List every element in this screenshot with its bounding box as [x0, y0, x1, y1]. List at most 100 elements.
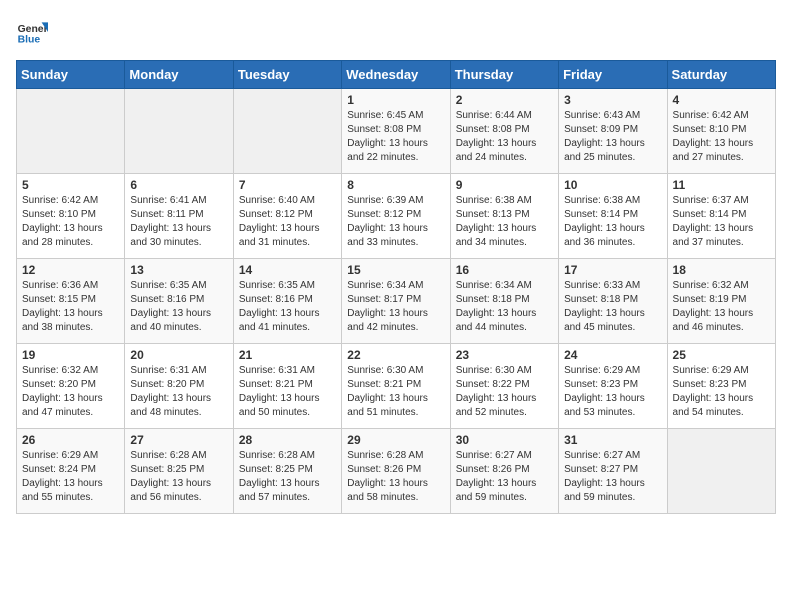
calendar-cell: 30 Sunrise: 6:27 AM Sunset: 8:26 PM Dayli…	[450, 429, 558, 514]
calendar-cell: 10Sunrise: 6:38 AM Sunset: 8:14 PM Dayli…	[559, 174, 667, 259]
calendar-week-row: 1 Sunrise: 6:45 AM Sunset: 8:08 PM Daylig…	[17, 89, 776, 174]
day-number: 30	[456, 433, 553, 447]
day-number: 11	[673, 178, 770, 192]
day-info: Sunrise: 6:30 AM Sunset: 8:22 PM Dayligh…	[456, 364, 553, 420]
day-number: 20	[130, 348, 227, 362]
day-info: Sunrise: 6:29 AM Sunset: 8:23 PM Dayligh…	[673, 364, 770, 420]
svg-text:Blue: Blue	[18, 34, 41, 45]
day-number: 27	[130, 433, 227, 447]
day-number: 16	[456, 263, 553, 277]
calendar-cell	[667, 429, 775, 514]
day-number: 2	[456, 93, 553, 107]
calendar-cell: 11Sunrise: 6:37 AM Sunset: 8:14 PM Dayli…	[667, 174, 775, 259]
day-info: Sunrise: 6:31 AM Sunset: 8:21 PM Dayligh…	[239, 364, 336, 420]
day-info: Sunrise: 6:27 AM Sunset: 8:27 PM Dayligh…	[564, 449, 661, 505]
calendar-week-row: 5 Sunrise: 6:42 AM Sunset: 8:10 PM Daylig…	[17, 174, 776, 259]
day-number: 19	[22, 348, 119, 362]
day-number: 31	[564, 433, 661, 447]
day-number: 25	[673, 348, 770, 362]
day-info: Sunrise: 6:27 AM Sunset: 8:26 PM Dayligh…	[456, 449, 553, 505]
calendar-table: SundayMondayTuesdayWednesdayThursdayFrid…	[16, 60, 776, 514]
day-number: 29	[347, 433, 444, 447]
day-info: Sunrise: 6:31 AM Sunset: 8:20 PM Dayligh…	[130, 364, 227, 420]
day-info: Sunrise: 6:30 AM Sunset: 8:21 PM Dayligh…	[347, 364, 444, 420]
calendar-cell	[233, 89, 341, 174]
calendar-cell: 2 Sunrise: 6:44 AM Sunset: 8:08 PM Daylig…	[450, 89, 558, 174]
day-info: Sunrise: 6:36 AM Sunset: 8:15 PM Dayligh…	[22, 279, 119, 335]
calendar-cell: 4Sunrise: 6:42 AM Sunset: 8:10 PM Daylig…	[667, 89, 775, 174]
calendar-cell	[17, 89, 125, 174]
calendar-week-row: 19 Sunrise: 6:32 AM Sunset: 8:20 PM Dayli…	[17, 344, 776, 429]
column-header-sunday: Sunday	[17, 61, 125, 89]
logo: General Blue	[16, 16, 48, 48]
calendar-cell: 17Sunrise: 6:33 AM Sunset: 8:18 PM Dayli…	[559, 259, 667, 344]
day-number: 15	[347, 263, 444, 277]
day-number: 8	[347, 178, 444, 192]
calendar-cell: 19 Sunrise: 6:32 AM Sunset: 8:20 PM Dayli…	[17, 344, 125, 429]
column-header-monday: Monday	[125, 61, 233, 89]
calendar-cell: 31 Sunrise: 6:27 AM Sunset: 8:27 PM Dayli…	[559, 429, 667, 514]
column-header-friday: Friday	[559, 61, 667, 89]
calendar-cell: 1 Sunrise: 6:45 AM Sunset: 8:08 PM Daylig…	[342, 89, 450, 174]
calendar-cell: 3Sunrise: 6:43 AM Sunset: 8:09 PM Daylig…	[559, 89, 667, 174]
day-info: Sunrise: 6:39 AM Sunset: 8:12 PM Dayligh…	[347, 194, 444, 250]
day-number: 23	[456, 348, 553, 362]
day-info: Sunrise: 6:29 AM Sunset: 8:24 PM Dayligh…	[22, 449, 119, 505]
column-header-saturday: Saturday	[667, 61, 775, 89]
day-info: Sunrise: 6:32 AM Sunset: 8:20 PM Dayligh…	[22, 364, 119, 420]
day-info: Sunrise: 6:42 AM Sunset: 8:10 PM Dayligh…	[22, 194, 119, 250]
day-number: 26	[22, 433, 119, 447]
day-number: 6	[130, 178, 227, 192]
calendar-cell: 24 Sunrise: 6:29 AM Sunset: 8:23 PM Dayli…	[559, 344, 667, 429]
day-number: 9	[456, 178, 553, 192]
calendar-cell: 14Sunrise: 6:35 AM Sunset: 8:16 PM Dayli…	[233, 259, 341, 344]
day-number: 3	[564, 93, 661, 107]
day-number: 14	[239, 263, 336, 277]
calendar-cell: 8 Sunrise: 6:39 AM Sunset: 8:12 PM Daylig…	[342, 174, 450, 259]
calendar-cell: 9 Sunrise: 6:38 AM Sunset: 8:13 PM Daylig…	[450, 174, 558, 259]
calendar-cell: 29 Sunrise: 6:28 AM Sunset: 8:26 PM Dayli…	[342, 429, 450, 514]
calendar-cell: 5 Sunrise: 6:42 AM Sunset: 8:10 PM Daylig…	[17, 174, 125, 259]
calendar-header-row: SundayMondayTuesdayWednesdayThursdayFrid…	[17, 61, 776, 89]
calendar-cell: 23 Sunrise: 6:30 AM Sunset: 8:22 PM Dayli…	[450, 344, 558, 429]
day-info: Sunrise: 6:40 AM Sunset: 8:12 PM Dayligh…	[239, 194, 336, 250]
day-info: Sunrise: 6:41 AM Sunset: 8:11 PM Dayligh…	[130, 194, 227, 250]
calendar-cell: 21 Sunrise: 6:31 AM Sunset: 8:21 PM Dayli…	[233, 344, 341, 429]
calendar-cell: 27Sunrise: 6:28 AM Sunset: 8:25 PM Dayli…	[125, 429, 233, 514]
day-number: 28	[239, 433, 336, 447]
column-header-wednesday: Wednesday	[342, 61, 450, 89]
logo-icon: General Blue	[16, 16, 48, 48]
day-number: 1	[347, 93, 444, 107]
day-info: Sunrise: 6:29 AM Sunset: 8:23 PM Dayligh…	[564, 364, 661, 420]
calendar-cell: 25 Sunrise: 6:29 AM Sunset: 8:23 PM Dayli…	[667, 344, 775, 429]
calendar-cell: 7Sunrise: 6:40 AM Sunset: 8:12 PM Daylig…	[233, 174, 341, 259]
calendar-cell: 28Sunrise: 6:28 AM Sunset: 8:25 PM Dayli…	[233, 429, 341, 514]
calendar-cell: 6 Sunrise: 6:41 AM Sunset: 8:11 PM Daylig…	[125, 174, 233, 259]
svg-text:General: General	[18, 24, 48, 35]
column-header-thursday: Thursday	[450, 61, 558, 89]
day-info: Sunrise: 6:38 AM Sunset: 8:14 PM Dayligh…	[564, 194, 661, 250]
day-info: Sunrise: 6:45 AM Sunset: 8:08 PM Dayligh…	[347, 109, 444, 165]
calendar-cell	[125, 89, 233, 174]
day-info: Sunrise: 6:35 AM Sunset: 8:16 PM Dayligh…	[130, 279, 227, 335]
day-number: 24	[564, 348, 661, 362]
calendar-cell: 22 Sunrise: 6:30 AM Sunset: 8:21 PM Dayli…	[342, 344, 450, 429]
day-number: 5	[22, 178, 119, 192]
calendar-cell: 13Sunrise: 6:35 AM Sunset: 8:16 PM Dayli…	[125, 259, 233, 344]
page-header: General Blue	[16, 16, 776, 48]
day-info: Sunrise: 6:34 AM Sunset: 8:17 PM Dayligh…	[347, 279, 444, 335]
calendar-cell: 16 Sunrise: 6:34 AM Sunset: 8:18 PM Dayli…	[450, 259, 558, 344]
calendar-cell: 12 Sunrise: 6:36 AM Sunset: 8:15 PM Dayli…	[17, 259, 125, 344]
day-number: 21	[239, 348, 336, 362]
day-info: Sunrise: 6:28 AM Sunset: 8:26 PM Dayligh…	[347, 449, 444, 505]
calendar-week-row: 26 Sunrise: 6:29 AM Sunset: 8:24 PM Dayli…	[17, 429, 776, 514]
day-number: 22	[347, 348, 444, 362]
calendar-cell: 26 Sunrise: 6:29 AM Sunset: 8:24 PM Dayli…	[17, 429, 125, 514]
day-info: Sunrise: 6:44 AM Sunset: 8:08 PM Dayligh…	[456, 109, 553, 165]
day-number: 12	[22, 263, 119, 277]
day-info: Sunrise: 6:34 AM Sunset: 8:18 PM Dayligh…	[456, 279, 553, 335]
day-info: Sunrise: 6:38 AM Sunset: 8:13 PM Dayligh…	[456, 194, 553, 250]
day-number: 4	[673, 93, 770, 107]
day-info: Sunrise: 6:33 AM Sunset: 8:18 PM Dayligh…	[564, 279, 661, 335]
calendar-cell: 15 Sunrise: 6:34 AM Sunset: 8:17 PM Dayli…	[342, 259, 450, 344]
